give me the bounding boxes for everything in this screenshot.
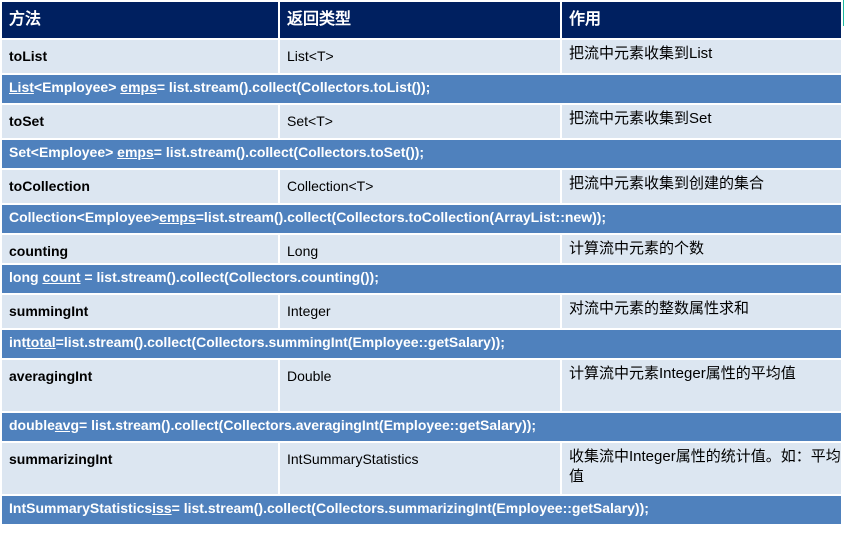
return-type-cell: Long [278, 233, 562, 265]
code-underlined: emps [117, 144, 154, 160]
code-text: = list.stream().collect(Collectors.toSet… [153, 144, 425, 160]
code-text: double [9, 417, 55, 433]
code-text: Set<Employee> [9, 144, 118, 160]
description-cell: 计算流中元素Integer属性的平均值 [560, 358, 843, 413]
code-text: IntSummaryStatistics [9, 500, 153, 516]
code-text: int [9, 334, 27, 350]
header-return-type: 返回类型 [278, 0, 562, 40]
code-underlined: total [26, 334, 56, 350]
code-underlined: emps [159, 209, 196, 225]
description-cell: 对流中元素的整数属性求和 [560, 293, 843, 330]
description-cell: 把流中元素收集到List [560, 38, 843, 75]
code-underlined: emps [120, 79, 157, 95]
method-cell: summingInt [0, 293, 280, 330]
header-method: 方法 [0, 0, 280, 40]
description-cell: 收集流中Integer属性的统计值。如：平均值 [560, 441, 843, 496]
code-example: doubleavg= list.stream().collect(Collect… [0, 411, 843, 443]
table-row: toCollection Collection<T> 把流中元素收集到创建的集合 [0, 168, 843, 205]
code-example: long count = list.stream().collect(Colle… [0, 263, 843, 295]
table-row: toList List<T> 把流中元素收集到List [0, 38, 843, 75]
return-type-cell: List<T> [278, 38, 562, 75]
code-underlined: List [9, 79, 34, 95]
code-text: =list.stream().collect(Collectors.toColl… [195, 209, 607, 225]
code-underlined: count [42, 269, 81, 285]
code-text: = list.stream().collect(Collectors.avera… [79, 417, 537, 433]
code-example: List<Employee> emps= list.stream().colle… [0, 73, 843, 105]
table-row: summarizingInt IntSummaryStatistics 收集流中… [0, 441, 843, 496]
table-header-row: 方法 返回类型 作用 [0, 0, 843, 40]
method-cell: summarizingInt [0, 441, 280, 496]
code-example: Set<Employee> emps= list.stream().collec… [0, 138, 843, 170]
method-cell: toList [0, 38, 280, 75]
table-row: counting Long 计算流中元素的个数 [0, 233, 843, 265]
description-cell: 计算流中元素的个数 [560, 233, 843, 265]
code-underlined: avg [54, 417, 80, 433]
description-cell: 把流中元素收集到Set [560, 103, 843, 140]
method-cell: counting [0, 233, 280, 265]
code-text: Collection<Employee> [9, 209, 160, 225]
code-underlined: iss [152, 500, 172, 516]
code-text: = list.stream().collect(Collectors.summa… [171, 500, 649, 516]
collectors-table: 方法 返回类型 作用 toList List<T> 把流中元素收集到List L… [0, 0, 843, 526]
table-row: averagingInt Double 计算流中元素Integer属性的平均值 [0, 358, 843, 413]
code-text: = list.stream().collect(Collectors.toLis… [156, 79, 431, 95]
return-type-cell: Set<T> [278, 103, 562, 140]
header-purpose: 作用 [560, 0, 843, 40]
code-example: Collection<Employee>emps=list.stream().c… [0, 203, 843, 235]
table-row: summingInt Integer 对流中元素的整数属性求和 [0, 293, 843, 330]
method-cell: averagingInt [0, 358, 280, 413]
description-cell: 把流中元素收集到创建的集合 [560, 168, 843, 205]
code-example-row: IntSummaryStatisticsiss= list.stream().c… [0, 494, 843, 526]
code-text: long [9, 269, 43, 285]
method-cell: toCollection [0, 168, 280, 205]
table-row: toSet Set<T> 把流中元素收集到Set [0, 103, 843, 140]
code-example-row: inttotal=list.stream().collect(Collector… [0, 328, 843, 360]
code-example-row: doubleavg= list.stream().collect(Collect… [0, 411, 843, 443]
code-example: IntSummaryStatisticsiss= list.stream().c… [0, 494, 843, 526]
code-example-row: long count = list.stream().collect(Colle… [0, 263, 843, 295]
return-type-cell: IntSummaryStatistics [278, 441, 562, 496]
code-text: <Employee> [33, 79, 121, 95]
code-example-row: Set<Employee> emps= list.stream().collec… [0, 138, 843, 170]
code-example-row: List<Employee> emps= list.stream().colle… [0, 73, 843, 105]
return-type-cell: Double [278, 358, 562, 413]
method-cell: toSet [0, 103, 280, 140]
code-text: = list.stream().collect(Collectors.count… [80, 269, 379, 285]
code-example-row: Collection<Employee>emps=list.stream().c… [0, 203, 843, 235]
code-text: =list.stream().collect(Collectors.summin… [55, 334, 505, 350]
return-type-cell: Collection<T> [278, 168, 562, 205]
return-type-cell: Integer [278, 293, 562, 330]
code-example: inttotal=list.stream().collect(Collector… [0, 328, 843, 360]
